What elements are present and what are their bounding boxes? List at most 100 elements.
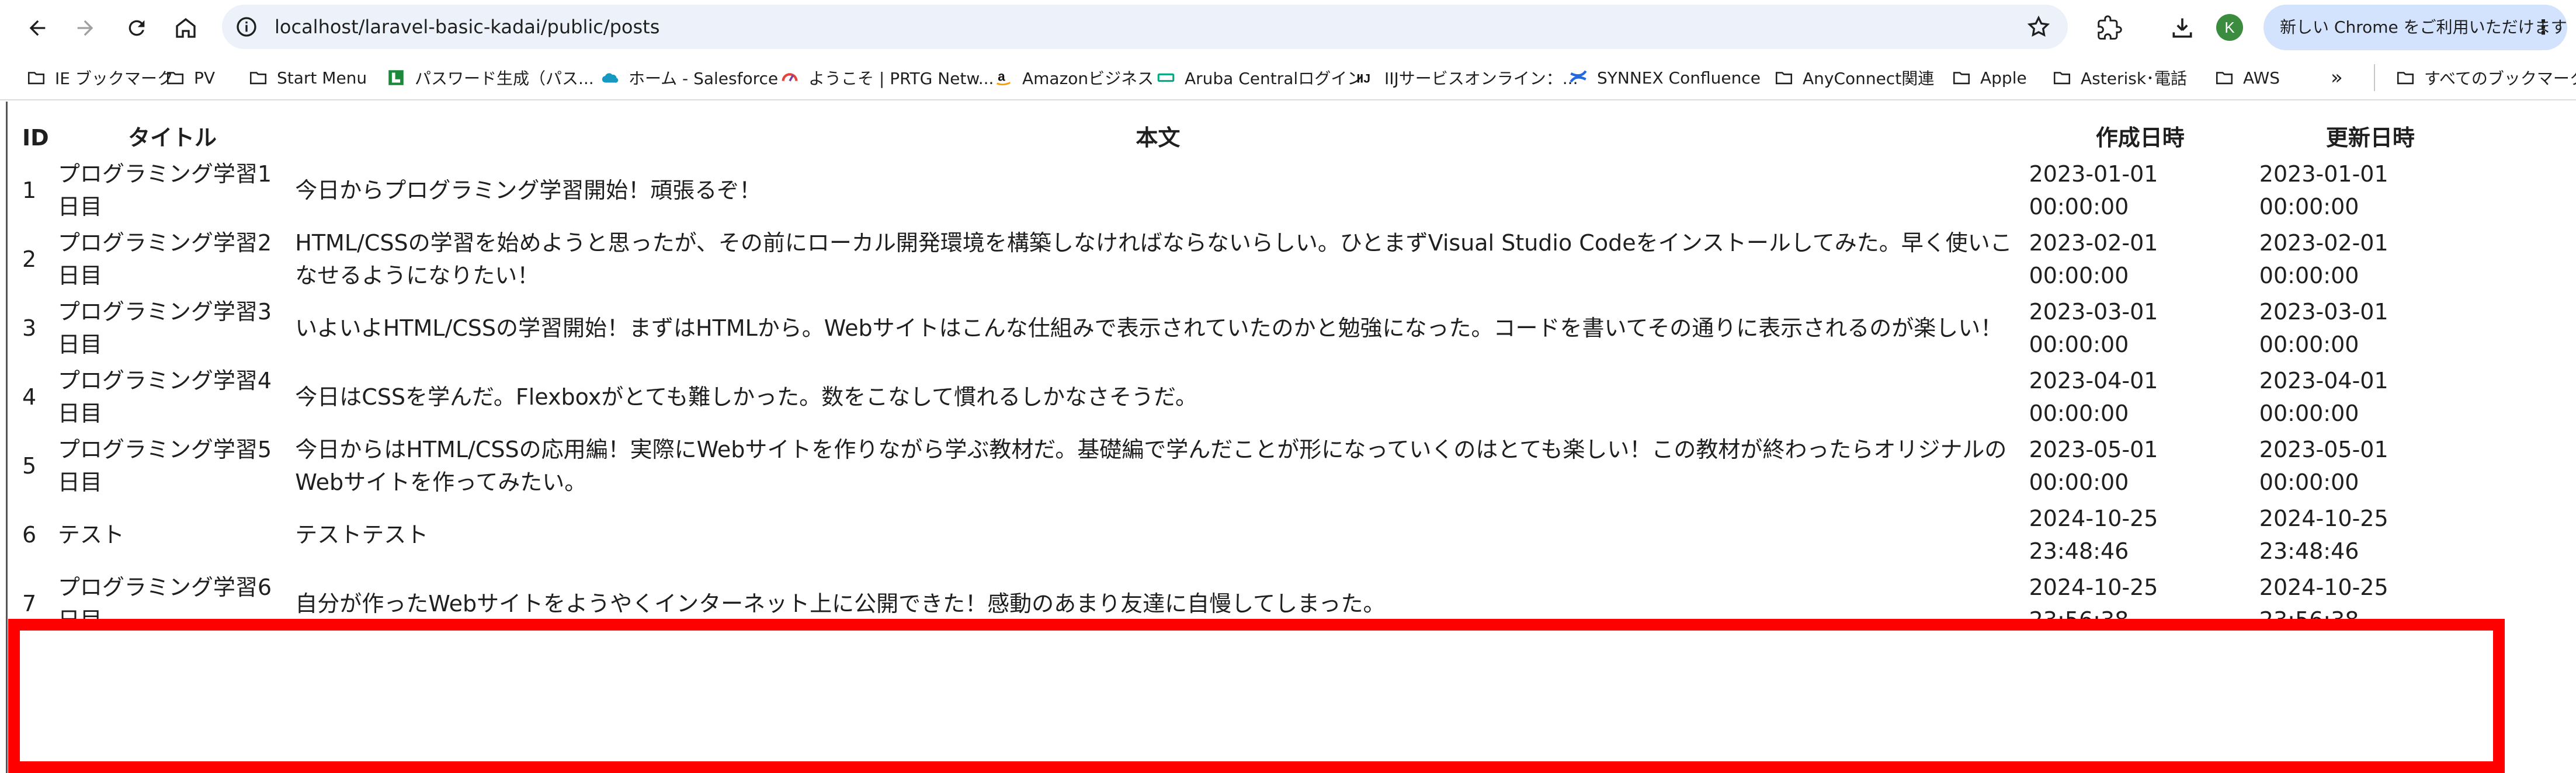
bookmark-amazon-business[interactable]: a Amazonビジネス (993, 64, 1154, 91)
cell-created: 2024-10-25 23:48:46 (2029, 506, 2158, 564)
confluence-icon (1568, 67, 1589, 88)
arrow-right-icon (77, 20, 93, 36)
arrow-left-icon (29, 20, 46, 36)
bookmark-prtg[interactable]: ようこそ | PRTG Netw... (779, 64, 994, 91)
cell-created: 2023-02-01 00:00:00 (2029, 230, 2158, 288)
header-body: 本文 (1136, 125, 1181, 151)
folder-icon (165, 67, 186, 88)
all-bookmarks-folder[interactable]: すべてのブックマーク (2374, 64, 2576, 91)
more-menu-icon[interactable]: ⋮ (2533, 5, 2553, 50)
posts-table: ID タイトル 本文 作成日時 更新日時 1 プログラミング学習1日目 今日から… (16, 118, 2487, 640)
cell-id: 6 (22, 522, 37, 548)
svg-text:IIJ: IIJ (1356, 72, 1370, 86)
info-icon[interactable] (235, 15, 258, 39)
bookmark-apple-folder[interactable]: Apple (1951, 64, 2027, 91)
table-row: 1 プログラミング学習1日目 今日からプログラミング学習開始！頑張るぞ！ 202… (20, 158, 2484, 223)
cell-body: テストテスト (295, 522, 429, 548)
cell-title: プログラミング学習1日目 (57, 161, 272, 220)
bookmark-label: Amazonビジネス (1022, 69, 1154, 88)
cell-title: テスト (57, 522, 124, 548)
cell-updated: 2023-01-01 00:00:00 (2259, 161, 2388, 220)
cell-body: いよいよHTML/CSSの学習開始！まずはHTMLから。Webサイトはこんな仕組… (295, 315, 2003, 341)
cell-body: 今日はCSSを学んだ。Flexboxがとても難しかった。数をこなして慣れるしかな… (295, 384, 1197, 410)
folder-icon (2051, 67, 2072, 88)
folder-icon (26, 67, 47, 88)
extensions-button[interactable] (2095, 13, 2125, 43)
bookmark-label: すべてのブックマーク (2424, 69, 2576, 88)
bookmark-startmenu-folder[interactable]: Start Menu (248, 64, 367, 91)
cell-id: 3 (22, 315, 37, 341)
cell-updated: 2023-04-01 00:00:00 (2259, 368, 2388, 426)
bookmark-star-icon[interactable] (2026, 14, 2051, 40)
aruba-icon (1155, 67, 1176, 88)
cell-title: プログラミング学習2日目 (57, 230, 272, 288)
update-chip-label: 新しい Chrome をご利用いただけます (2280, 18, 2567, 37)
bookmark-label: AWS (2243, 68, 2280, 88)
reload-icon (129, 20, 145, 36)
forward-button[interactable] (69, 12, 102, 44)
bookmark-label: ホーム - Salesforce (629, 69, 779, 88)
bookmark-label: Apple (1980, 68, 2027, 88)
bookmark-password-generator[interactable]: パスワード生成（パス... (386, 64, 594, 91)
page-content: ID タイトル 本文 作成日時 更新日時 1 プログラミング学習1日目 今日から… (0, 102, 2576, 773)
bookmark-aws-folder[interactable]: AWS (2214, 64, 2280, 91)
password-generator-icon (386, 67, 407, 88)
cell-created: 2024-10-25 23:56:38 (2029, 574, 2158, 633)
bookmark-aruba-central[interactable]: Aruba Centralログイン (1155, 64, 1363, 91)
profile-avatar[interactable]: K (2216, 14, 2243, 41)
cell-updated: 2024-10-25 23:48:46 (2259, 506, 2388, 564)
table-row: 3 プログラミング学習3日目 いよいよHTML/CSSの学習開始！まずはHTML… (20, 295, 2484, 361)
bookmark-label: Start Menu (277, 68, 367, 88)
cell-updated: 2023-03-01 00:00:00 (2259, 299, 2388, 357)
cell-created: 2023-03-01 00:00:00 (2029, 299, 2158, 357)
url-text[interactable]: localhost/laravel-basic-kadai/public/pos… (275, 5, 659, 49)
svg-text:a: a (998, 69, 1005, 84)
folder-icon (2395, 67, 2416, 88)
cell-id: 2 (22, 246, 37, 272)
cell-title: プログラミング学習6日目 (57, 574, 272, 633)
bookmark-pv-folder[interactable]: PV (165, 64, 215, 91)
cell-id: 4 (22, 384, 37, 410)
cell-created: 2023-04-01 00:00:00 (2029, 368, 2158, 426)
cell-created: 2023-05-01 00:00:00 (2029, 437, 2158, 495)
bookmark-label: パスワード生成（パス... (415, 69, 594, 88)
downloads-button[interactable] (2167, 13, 2197, 43)
address-bar[interactable]: localhost/laravel-basic-kadai/public/pos… (222, 5, 2068, 49)
bookmarks-overflow-button[interactable]: » (2331, 64, 2343, 91)
bookmark-label: PV (194, 68, 216, 88)
bookmark-label: SYNNEX Confluence (1597, 68, 1761, 88)
highlight-box (8, 619, 2505, 773)
bookmark-iij[interactable]: IIJ IIJサービスオンライン：... (1355, 64, 1578, 91)
bookmark-synnex-confluence[interactable]: SYNNEX Confluence (1568, 64, 1761, 91)
prtg-gauge-icon (779, 67, 800, 88)
bookmark-ie-folder[interactable]: IE ブックマーク (26, 64, 173, 91)
bookmark-label: IIJサービスオンライン：... (1384, 69, 1578, 88)
back-button[interactable] (21, 12, 54, 44)
bookmark-salesforce[interactable]: ホーム - Salesforce (599, 64, 778, 91)
folder-icon (1951, 67, 1972, 88)
table-row: 2 プログラミング学習2日目 HTML/CSSの学習を始めようと思ったが、その前… (20, 227, 2484, 292)
cell-body: 自分が作ったWebサイトをようやくインターネット上に公開できた！感動のあまり友達… (295, 591, 1386, 617)
bookmark-anyconnect-folder[interactable]: AnyConnect関連 (1773, 64, 1934, 91)
header-created: 作成日時 (2095, 125, 2185, 151)
cell-updated: 2023-02-01 00:00:00 (2259, 230, 2388, 288)
puzzle-icon (2098, 15, 2122, 40)
folder-icon (248, 67, 269, 88)
amazon-icon: a (993, 67, 1014, 88)
cell-title: プログラミング学習5日目 (57, 437, 272, 495)
table-row: 6 テスト テストテスト 2024-10-25 23:48:46 2024-10… (20, 502, 2484, 567)
reload-button[interactable] (120, 12, 153, 44)
bookmark-asterisk-folder[interactable]: Asterisk･電話 (2051, 64, 2187, 91)
bookmark-label: AnyConnect関連 (1803, 69, 1935, 88)
table-row: 5 プログラミング学習5日目 今日からはHTML/CSSの応用編！実際にWebサ… (20, 433, 2484, 499)
cell-id: 7 (22, 591, 37, 617)
home-button[interactable] (169, 12, 202, 44)
cell-created: 2023-01-01 00:00:00 (2029, 161, 2158, 220)
chrome-update-chip[interactable]: 新しい Chrome をご利用いただけます ⋮ (2263, 5, 2567, 50)
bookmark-label: ようこそ | PRTG Netw... (808, 69, 994, 88)
bookmark-label: Asterisk･電話 (2081, 69, 2188, 88)
cell-updated: 2023-05-01 00:00:00 (2259, 437, 2388, 495)
cell-title: プログラミング学習4日目 (57, 368, 272, 426)
salesforce-cloud-icon (599, 67, 620, 88)
cell-title: プログラミング学習3日目 (57, 299, 272, 357)
